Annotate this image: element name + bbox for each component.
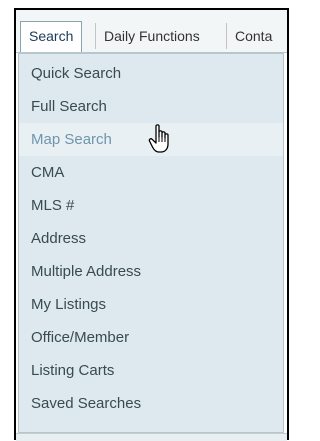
menu-item-listing-carts[interactable]: Listing Carts xyxy=(19,354,283,387)
hand-pointer-icon xyxy=(148,124,169,153)
tab-contacts[interactable]: Conta xyxy=(226,23,280,49)
menu-item-my-listings[interactable]: My Listings xyxy=(19,288,283,321)
frame-top xyxy=(0,0,302,8)
menu-item-full-search[interactable]: Full Search xyxy=(19,90,283,123)
menu-item-saved-searches[interactable]: Saved Searches xyxy=(19,387,283,420)
menu-item-address[interactable]: Address xyxy=(19,222,283,255)
tab-bar: Search Daily Functions Conta xyxy=(16,10,287,53)
tab-search[interactable]: Search xyxy=(20,21,83,52)
search-dropdown-menu: Quick Search Full Search Map Search CMA … xyxy=(18,53,284,433)
menu-item-quick-search[interactable]: Quick Search xyxy=(19,57,283,90)
menu-item-multiple-address[interactable]: Multiple Address xyxy=(19,255,283,288)
menu-item-cma[interactable]: CMA xyxy=(19,156,283,189)
frame-border-right xyxy=(287,8,289,440)
frame-right xyxy=(289,0,302,440)
navigation-panel: Search Daily Functions Conta Quick Searc… xyxy=(16,10,287,440)
tab-daily-functions[interactable]: Daily Functions xyxy=(95,23,208,49)
menu-item-office-member[interactable]: Office/Member xyxy=(19,321,283,354)
frame-left xyxy=(0,0,14,440)
menu-item-mls-number[interactable]: MLS # xyxy=(19,189,283,222)
